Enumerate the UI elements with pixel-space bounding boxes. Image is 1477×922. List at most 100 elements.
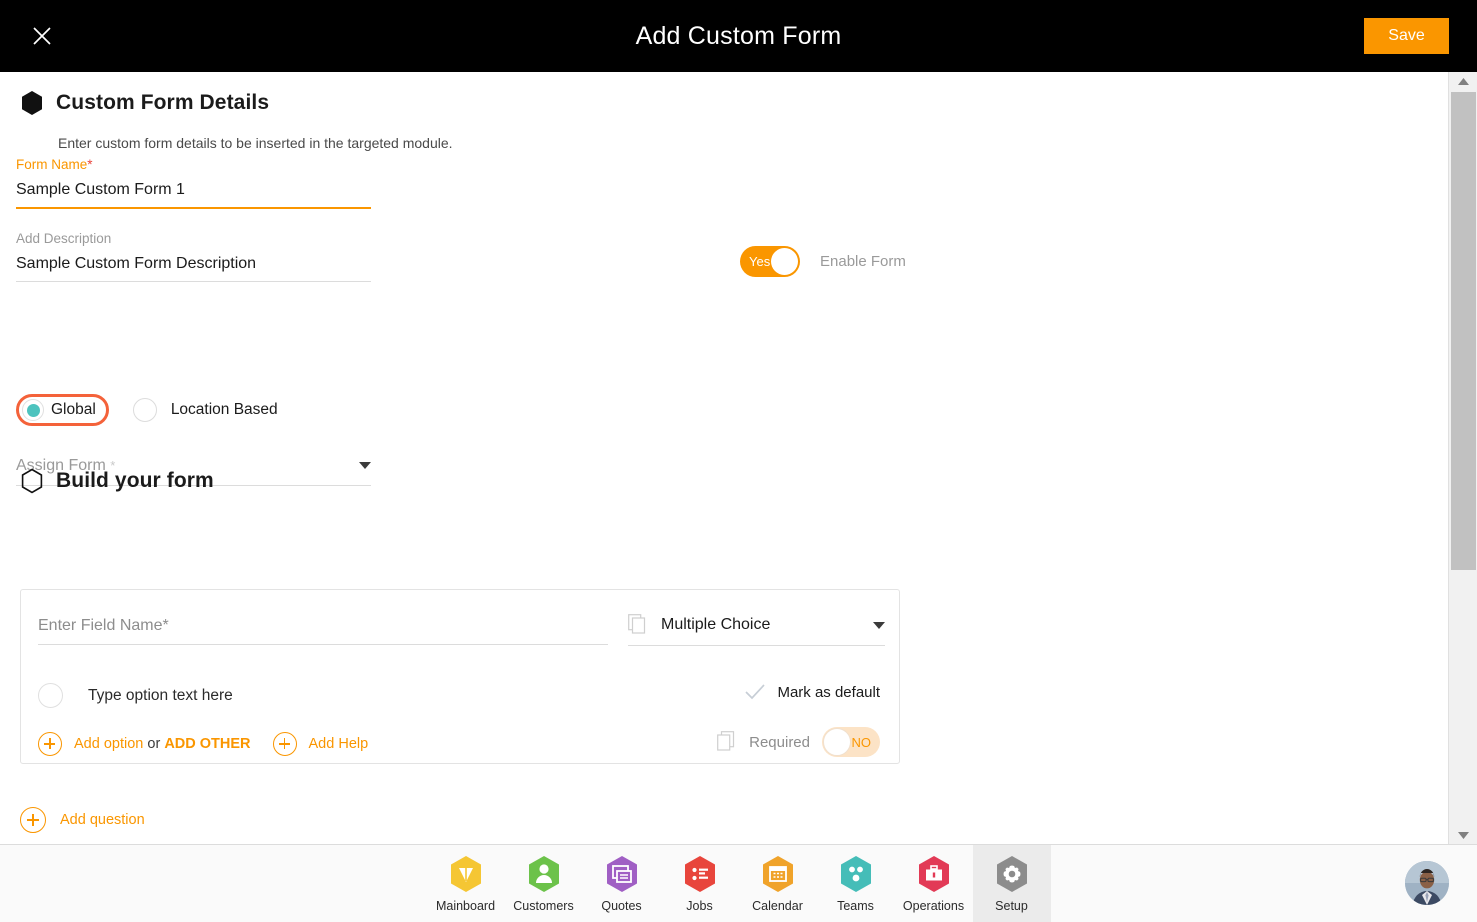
- nav-item-teams[interactable]: Teams: [817, 845, 895, 922]
- copy-stack-icon: [628, 614, 646, 634]
- add-help-plus-icon[interactable]: [272, 732, 297, 756]
- question-card: Enter Field Name* Multiple Choice Type o…: [20, 589, 900, 764]
- section-title: Build your form: [56, 469, 214, 492]
- nav-item-setup[interactable]: Setup: [972, 844, 1051, 922]
- add-option-text-group: Add option or ADD OTHER: [74, 736, 251, 752]
- form-content-area: Custom Form Details Enter custom form de…: [0, 72, 1448, 844]
- nav-item-calendar[interactable]: Calendar: [739, 845, 817, 922]
- save-button[interactable]: Save: [1364, 18, 1449, 54]
- nav-item-quotes[interactable]: Quotes: [583, 845, 661, 922]
- form-name-field[interactable]: Form Name* Sample Custom Form 1: [16, 157, 371, 209]
- enable-form-caption: Enable Form: [820, 253, 906, 270]
- nav-item-jobs[interactable]: Jobs: [661, 845, 739, 922]
- scrollbar-down-button[interactable]: [1449, 826, 1477, 844]
- enable-form-toggle-value: Yes: [749, 254, 771, 269]
- add-question-action[interactable]: Add question: [20, 807, 145, 833]
- required-toggle-knob: [823, 728, 851, 756]
- customers-icon: [526, 854, 562, 894]
- description-input-wrap[interactable]: Sample Custom Form Description: [16, 247, 371, 282]
- section-subtitle: Enter custom form details to be inserted…: [58, 135, 453, 151]
- radio-empty-icon: [132, 398, 157, 422]
- form-name-label: Form Name*: [16, 157, 371, 173]
- scope-radio-group: Global Location Based: [16, 394, 278, 426]
- radio-label-global: Global: [51, 401, 96, 418]
- field-name-input[interactable]: Enter Field Name*: [38, 617, 169, 634]
- add-custom-form-window: Add Custom Form Save Custom Form Details…: [0, 0, 1477, 922]
- nav-label-teams: Teams: [837, 899, 874, 913]
- mark-as-default-label: Mark as default: [777, 683, 880, 701]
- description-field[interactable]: Add Description Sample Custom Form Descr…: [16, 231, 371, 282]
- or-label: or: [147, 736, 161, 752]
- chevron-down-icon: [359, 462, 371, 469]
- form-name-required-marker: *: [87, 157, 93, 172]
- custom-form-details-heading: Custom Form Details: [20, 90, 269, 116]
- nav-items: Mainboard Customers Quotes Jobs Calendar…: [427, 844, 1051, 922]
- nav-label-quotes: Quotes: [601, 899, 642, 913]
- form-name-input[interactable]: Sample Custom Form 1: [16, 173, 371, 207]
- description-input[interactable]: Sample Custom Form Description: [16, 247, 371, 281]
- user-avatar[interactable]: [1405, 861, 1449, 905]
- nav-label-jobs: Jobs: [686, 899, 713, 913]
- mainboard-icon: [448, 854, 484, 894]
- nav-label-calendar: Calendar: [752, 899, 803, 913]
- build-your-form-heading: Build your form: [20, 468, 214, 494]
- required-toggle-value: NO: [851, 734, 872, 750]
- setup-gear-icon: [994, 854, 1030, 894]
- scrollbar-thumb[interactable]: [1451, 92, 1476, 570]
- teams-icon: [838, 854, 874, 894]
- mark-as-default-toggle[interactable]: Mark as default: [744, 683, 880, 701]
- question-type-dropdown[interactable]: Multiple Choice: [628, 614, 885, 646]
- enable-form-toggle[interactable]: Yes: [740, 246, 800, 277]
- required-control: Required NO: [717, 727, 880, 757]
- section-title: Custom Form Details: [56, 91, 270, 114]
- add-help-link[interactable]: Add Help: [309, 736, 369, 752]
- title-bar: Add Custom Form Save: [0, 0, 1477, 72]
- enable-form-toggle-knob: [771, 248, 798, 275]
- check-icon: [745, 684, 766, 700]
- nav-label-setup: Setup: [995, 899, 1028, 913]
- scrollbar-up-button[interactable]: [1449, 72, 1477, 90]
- hexagon-filled-icon: [22, 91, 42, 115]
- option-row[interactable]: Type option text here: [38, 683, 233, 708]
- add-option-plus-icon[interactable]: [38, 732, 62, 756]
- nav-label-operations: Operations: [902, 899, 965, 913]
- form-name-input-wrap[interactable]: Sample Custom Form 1: [16, 173, 371, 209]
- description-label: Add Description: [16, 231, 112, 246]
- chevron-down-icon: [873, 621, 885, 629]
- nav-item-customers[interactable]: Customers: [505, 845, 583, 922]
- quotes-icon: [604, 854, 640, 894]
- avatar-image: [1405, 861, 1449, 905]
- add-option-link[interactable]: Add option: [74, 736, 143, 752]
- radio-empty-icon[interactable]: [38, 683, 63, 708]
- required-toggle[interactable]: NO: [822, 727, 880, 757]
- triangle-down-icon: [1458, 831, 1469, 839]
- option-text-input[interactable]: Type option text here: [88, 687, 233, 705]
- jobs-icon: [682, 854, 718, 894]
- required-label: Required: [749, 733, 810, 751]
- field-name-required-marker: *: [162, 617, 169, 634]
- field-name-input-wrap[interactable]: Enter Field Name*: [38, 617, 608, 645]
- question-type-value: Multiple Choice: [661, 616, 771, 633]
- nav-label-mainboard: Mainboard: [435, 899, 496, 913]
- hexagon-outline-icon: [21, 468, 43, 494]
- calendar-icon: [760, 854, 796, 894]
- add-other-link[interactable]: ADD OTHER: [164, 736, 250, 752]
- nav-item-operations[interactable]: Operations: [895, 845, 973, 922]
- field-name-placeholder: Enter Field Name: [38, 617, 163, 634]
- nav-label-customers: Customers: [513, 899, 574, 913]
- copy-stack-icon: [717, 731, 735, 751]
- add-question-plus-icon[interactable]: [20, 807, 46, 833]
- form-name-label-text: Form Name: [16, 157, 88, 172]
- bottom-navigation-bar: Mainboard Customers Quotes Jobs Calendar…: [0, 844, 1477, 922]
- operations-icon: [916, 854, 952, 894]
- add-question-label[interactable]: Add question: [60, 812, 145, 828]
- vertical-scrollbar[interactable]: [1448, 72, 1477, 844]
- radio-option-location-based[interactable]: Location Based: [132, 398, 278, 422]
- page-title: Add Custom Form: [635, 21, 842, 50]
- triangle-up-icon: [1458, 77, 1469, 85]
- card-actions: Add option or ADD OTHER Add Help: [38, 732, 368, 756]
- radio-selected-icon: [22, 399, 44, 421]
- nav-item-mainboard[interactable]: Mainboard: [427, 845, 505, 922]
- radio-label-location-based: Location Based: [170, 401, 278, 418]
- radio-option-global[interactable]: Global: [16, 394, 109, 426]
